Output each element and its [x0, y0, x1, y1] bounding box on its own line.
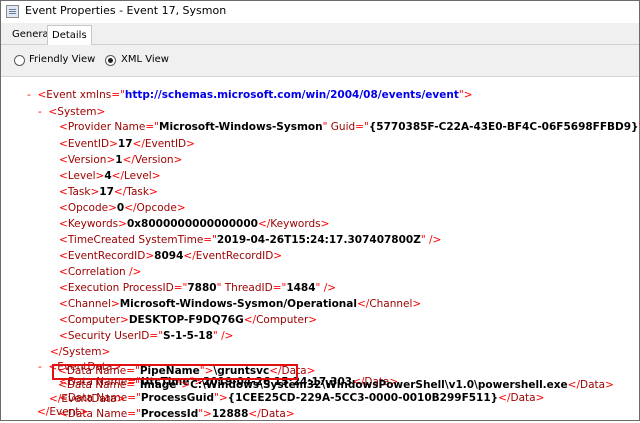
collapse-toggle[interactable]: -: [38, 106, 42, 118]
friendly-view-radio[interactable]: [14, 55, 25, 66]
tab-details[interactable]: Details: [47, 25, 92, 45]
title-bar[interactable]: Event Properties - Event 17, Sysmon: [1, 1, 639, 24]
collapse-toggle[interactable]: -: [38, 361, 42, 373]
xml-security: <Security UserID="S-1-5-18" />: [59, 330, 234, 342]
xml-execution: <Execution ProcessID="7880" ThreadID="14…: [59, 282, 337, 294]
xml-timecreated: <TimeCreated SystemTime="2019-04-26T15:2…: [59, 234, 442, 246]
xml-computer: <Computer>DESKTOP-F9DQ76G</Computer>: [59, 314, 318, 326]
xml-data-image: <Data Name="Image">C:\Windows\System32\W…: [58, 379, 614, 391]
xml-opcode: <Opcode>0</Opcode>: [59, 202, 186, 214]
xml-event-close: </Event>: [37, 406, 89, 418]
window-title: Event Properties - Event 17, Sysmon: [25, 4, 227, 17]
xml-keywords: <Keywords>0x8000000000000000</Keywords>: [59, 218, 330, 230]
xml-eventrecordid: <EventRecordID>8094</EventRecordID>: [59, 250, 283, 262]
xml-version: <Version>1</Version>: [59, 154, 183, 166]
xml-attr: xmlns: [79, 89, 112, 101]
xml-channel: <Channel>Microsoft-Windows-Sysmon/Operat…: [59, 298, 422, 310]
view-mode-bar: Friendly View XML View: [1, 45, 639, 77]
tab-strip: General Details: [1, 23, 639, 45]
friendly-view-label[interactable]: Friendly View: [29, 54, 95, 65]
xml-eventid: <EventID>17</EventID>: [59, 138, 195, 150]
xml-level: <Level>4</Level>: [59, 170, 161, 182]
xml-provider: <Provider Name="Microsoft-Windows-Sysmon…: [59, 121, 640, 133]
xml-task: <Task>17</Task>: [59, 186, 158, 198]
xml-namespace: http://schemas.microsoft.com/win/2004/08…: [124, 89, 459, 101]
xml-view-label[interactable]: XML View: [121, 54, 169, 65]
xml-event-open: - <Event xmlns="http://schemas.microsoft…: [27, 89, 473, 101]
xml-correlation: <Correlation />: [59, 266, 142, 278]
xml-data-processid: <Data Name="ProcessId">12888</Data>: [59, 408, 295, 420]
xml-view-radio[interactable]: [105, 55, 116, 66]
collapse-toggle[interactable]: -: [27, 89, 31, 101]
event-properties-window: Event Properties - Event 17, Sysmon Gene…: [0, 0, 640, 421]
event-viewer-icon: [6, 5, 19, 18]
xml-tag: Event: [46, 89, 77, 101]
